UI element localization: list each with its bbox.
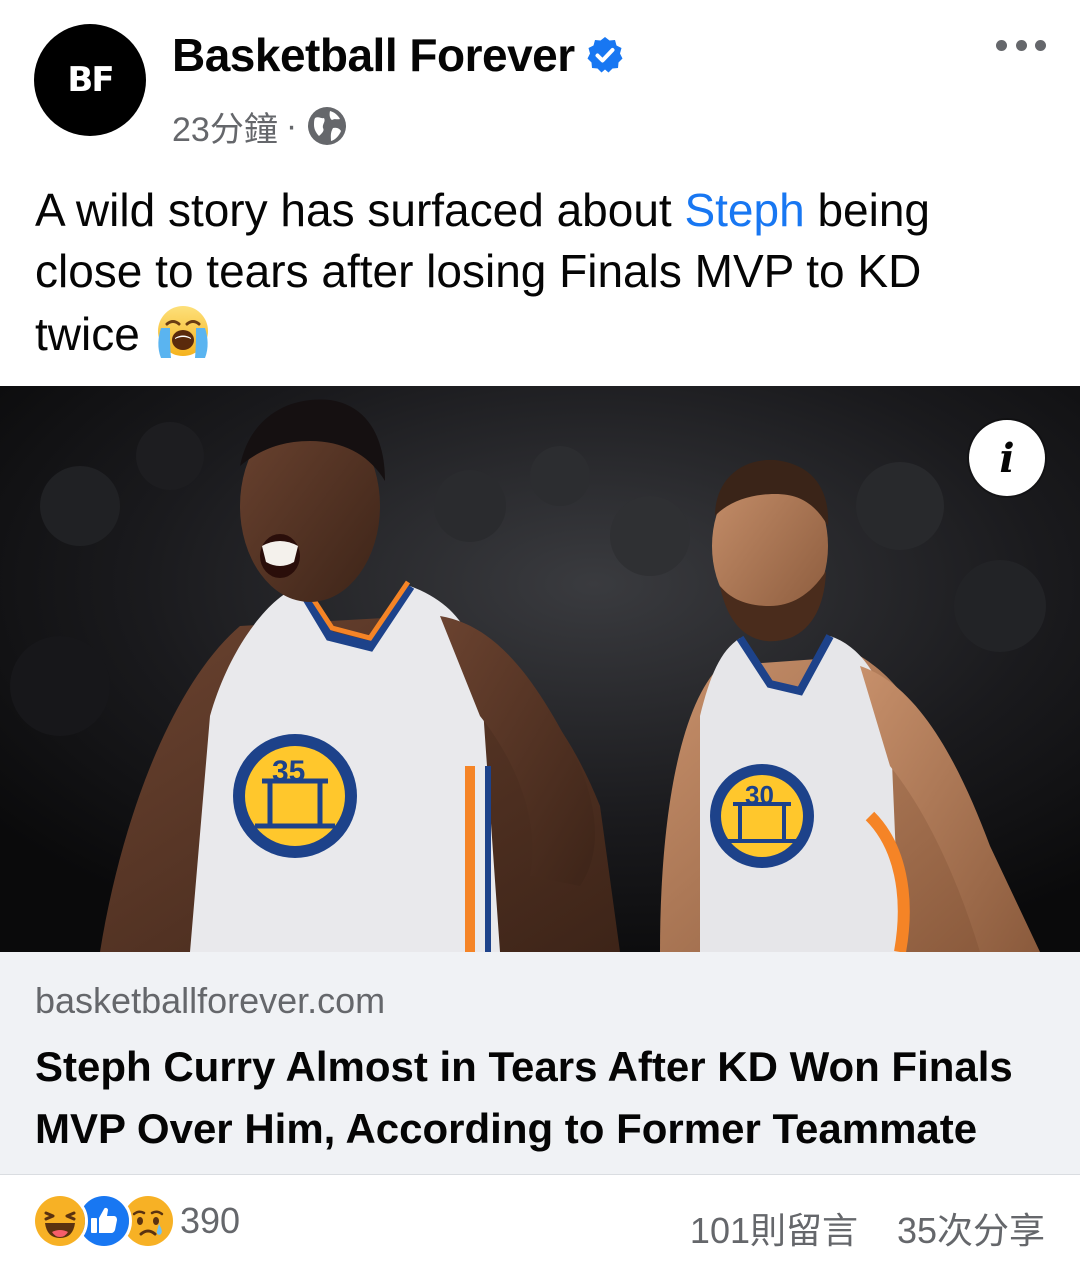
verified-badge-icon bbox=[585, 35, 625, 75]
loudly-crying-face-icon bbox=[153, 302, 213, 362]
link-preview-footer[interactable]: basketballforever.com Steph Curry Almost… bbox=[0, 952, 1080, 1175]
globe-icon bbox=[305, 104, 349, 148]
info-icon[interactable]: i bbox=[969, 420, 1045, 496]
reaction-icons[interactable] bbox=[32, 1193, 176, 1249]
page-name-link[interactable]: Basketball Forever bbox=[172, 28, 575, 82]
post-text-start: A wild story has surfaced about bbox=[35, 184, 685, 236]
link-domain: basketballforever.com bbox=[35, 980, 386, 1021]
comments-count[interactable]: 101則留言 bbox=[690, 1202, 858, 1254]
haha-reaction-icon bbox=[32, 1193, 88, 1249]
page-name-row: Basketball Forever bbox=[172, 26, 625, 84]
avatar-logo-text: BF bbox=[67, 60, 114, 100]
reaction-count[interactable]: 390 bbox=[180, 1200, 240, 1242]
link-title[interactable]: Steph Curry Almost in Tears After KD Won… bbox=[35, 1036, 1045, 1160]
svg-text:35: 35 bbox=[272, 755, 305, 788]
more-dot bbox=[1015, 39, 1027, 51]
more-dot bbox=[996, 39, 1007, 51]
post-meta: 23分鐘 · bbox=[172, 100, 349, 152]
more-dot bbox=[1035, 39, 1046, 51]
page-avatar[interactable]: BF bbox=[34, 24, 146, 136]
info-glyph: i bbox=[999, 434, 1015, 482]
engagement-bar: 390 101則留言 35次分享 bbox=[0, 1190, 1080, 1254]
meta-separator: · bbox=[285, 106, 298, 145]
shares-count[interactable]: 35次分享 bbox=[897, 1202, 1045, 1254]
svg-text:30: 30 bbox=[745, 780, 774, 810]
link-preview-image[interactable]: 35 30 bbox=[0, 386, 1080, 952]
facebook-post: BF Basketball Forever 23分鐘 · A wild stor… bbox=[0, 0, 1080, 1272]
post-message: A wild story has surfaced about Steph be… bbox=[35, 180, 1035, 365]
post-timestamp[interactable]: 23分鐘 bbox=[172, 102, 278, 151]
mention-link-steph[interactable]: Steph bbox=[684, 184, 804, 236]
more-options-icon[interactable] bbox=[996, 30, 1046, 60]
